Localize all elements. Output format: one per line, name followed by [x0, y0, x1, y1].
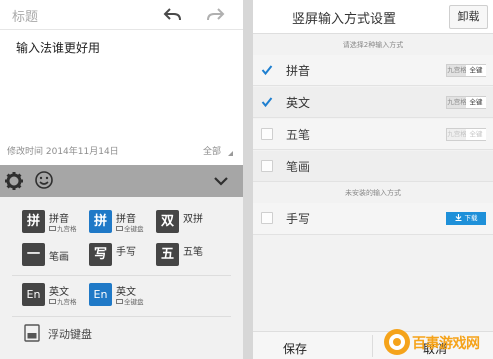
- ime-badge: 拼: [89, 210, 112, 233]
- category-selector[interactable]: 全部: [203, 144, 221, 157]
- ime-subtitle: 九宫格: [49, 296, 77, 306]
- uninstalled-section-label: 未安装的输入方式: [345, 189, 401, 197]
- ime-name: 双拼: [183, 214, 203, 225]
- settings-header: 竖屏输入方式设置 卸载: [253, 0, 493, 34]
- watermark-text: 百事游戏网: [412, 336, 480, 352]
- keyboard-icon: [116, 226, 123, 231]
- ime-badge: 五: [156, 243, 179, 266]
- editor-toolbar: 标题: [0, 0, 243, 30]
- redo-icon[interactable]: [204, 4, 226, 24]
- ime-wubi[interactable]: 五 五笔: [156, 243, 216, 267]
- download-label: 下载: [464, 214, 478, 222]
- ime-subtitle: 九宫格: [49, 223, 77, 233]
- method-label: 手写: [286, 212, 311, 226]
- ime-stroke[interactable]: 一 笔画: [22, 243, 82, 267]
- download-button[interactable]: 下载: [446, 212, 486, 225]
- toggle-full[interactable]: 全键: [466, 97, 486, 108]
- checkbox[interactable]: [261, 160, 273, 172]
- ime-pinyin-full[interactable]: 拼 拼音 全键盘: [89, 210, 149, 234]
- checkbox[interactable]: [261, 128, 273, 140]
- uninstall-button[interactable]: 卸载: [449, 5, 488, 29]
- layout-toggle[interactable]: 九宫格 全键: [446, 96, 486, 109]
- note-editor-panel: 标题 输入法谁更好用 修改时间 2014年11月14日 全部 拼 拼音 九宫格 …: [0, 0, 243, 359]
- divider: [12, 316, 231, 317]
- ime-name: 五笔: [183, 247, 203, 258]
- page-title: 竖屏输入方式设置: [291, 12, 396, 27]
- ime-handwriting[interactable]: 写 手写: [89, 243, 149, 267]
- ime-name: 手写: [116, 247, 136, 258]
- divider: [372, 335, 373, 357]
- keyboard-icon: [49, 299, 56, 304]
- modified-time: 修改时间 2014年11月14日: [7, 147, 119, 157]
- chevron-down-icon[interactable]: [213, 174, 229, 188]
- ime-english-full[interactable]: En 英文 全键盘: [89, 283, 149, 307]
- ime-subtitle: 全键盘: [116, 223, 144, 233]
- method-label: 拼音: [286, 64, 311, 78]
- ime-badge: 双: [156, 210, 179, 233]
- checkbox-checked[interactable]: [261, 64, 273, 76]
- section-hint: 请选择2种输入方式: [342, 41, 404, 49]
- ime-pinyin-9key[interactable]: 拼 拼音 九宫格: [22, 210, 82, 234]
- ime-badge: 拼: [22, 210, 45, 233]
- ime-settings-panel: 竖屏输入方式设置 卸载 请选择2种输入方式 拼音 九宫格 全键 英文 九宫格 全…: [253, 0, 493, 359]
- ime-badge: En: [22, 283, 45, 306]
- check-icon: [261, 65, 273, 76]
- method-row-english[interactable]: 英文 九宫格 全键: [253, 87, 493, 118]
- dropdown-corner-icon: [228, 151, 233, 156]
- keyboard-icon: [116, 299, 123, 304]
- checkbox-checked[interactable]: [261, 96, 273, 108]
- layout-toggle[interactable]: 九宫格 全键: [446, 64, 486, 77]
- ime-shuangpin[interactable]: 双 双拼: [156, 210, 216, 234]
- toggle-9key[interactable]: 九宫格: [447, 97, 467, 108]
- toggle-9key[interactable]: 九宫格: [447, 65, 467, 76]
- ime-badge: 写: [89, 243, 112, 266]
- checkbox-disabled: [261, 212, 273, 224]
- watermark-logo-icon: [384, 329, 410, 355]
- note-body-text[interactable]: 输入法谁更好用: [16, 39, 100, 56]
- keyboard-icon: [49, 226, 56, 231]
- panel-divider: [243, 0, 253, 359]
- method-row-handwriting[interactable]: 手写 下载: [253, 203, 493, 235]
- input-method-panel: 拼 拼音 九宫格 拼 拼音 全键盘 双 双拼 一 笔画 写 手写 五 五笔 En…: [0, 197, 243, 359]
- keyboard-toolbar: [0, 165, 243, 197]
- undo-icon[interactable]: [162, 4, 184, 24]
- divider: [12, 275, 231, 276]
- toggle-full[interactable]: 全键: [466, 65, 486, 76]
- download-icon: [455, 214, 461, 222]
- emoji-icon[interactable]: [34, 170, 54, 190]
- note-footer: 修改时间 2014年11月14日 全部: [0, 140, 243, 162]
- ime-subtitle: 全键盘: [116, 296, 144, 306]
- method-row-wubi[interactable]: 五笔 九宫格 全键: [253, 119, 493, 150]
- floating-keyboard-button[interactable]: 浮动键盘: [48, 326, 92, 342]
- ime-badge: En: [89, 283, 112, 306]
- method-row-stroke[interactable]: 笔画: [253, 151, 493, 182]
- ime-name: 笔画: [49, 252, 69, 263]
- toggle-full: 全键: [466, 129, 486, 140]
- layout-toggle-disabled: 九宫格 全键: [446, 128, 486, 141]
- check-icon: [261, 97, 273, 108]
- method-label: 五笔: [286, 128, 311, 142]
- ime-badge: 一: [22, 243, 45, 266]
- method-label: 英文: [286, 96, 311, 110]
- ime-english-9key[interactable]: En 英文 九宫格: [22, 283, 82, 307]
- gear-icon[interactable]: [4, 171, 24, 191]
- method-row-pinyin[interactable]: 拼音 九宫格 全键: [253, 55, 493, 86]
- method-label: 笔画: [286, 160, 311, 174]
- title-placeholder[interactable]: 标题: [12, 6, 38, 25]
- watermark: 百事游戏网: [382, 325, 493, 359]
- save-button[interactable]: 保存: [283, 340, 307, 357]
- floating-keyboard-icon[interactable]: [24, 324, 40, 342]
- toggle-9key: 九宫格: [447, 129, 467, 140]
